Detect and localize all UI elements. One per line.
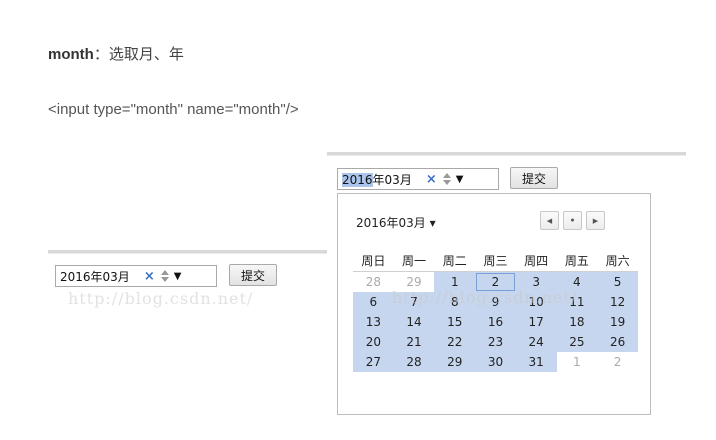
calendar-week-row: 20 21 22 23 24 25 26 (353, 332, 638, 352)
month-segment: 年03月 (372, 172, 412, 187)
weekday-header: 周一 (393, 249, 435, 272)
calendar-week-row: 27 28 29 30 31 1 2 (353, 352, 638, 372)
heading-keyword: month (48, 46, 94, 63)
weekday-header: 周六 (597, 249, 638, 272)
divider-left (48, 250, 327, 254)
calendar-day[interactable]: 17 (515, 312, 557, 332)
weekday-header-row: 周日 周一 周二 周三 周四 周五 周六 (353, 249, 638, 272)
calendar-grid: 周日 周一 周二 周三 周四 周五 周六 28 29 1 2 3 4 5 6 7 8 9 10 11 12 13 14 15… (353, 249, 638, 372)
month-menu-icon: ▾ (429, 216, 436, 230)
calendar-month-label: 2016年03月 (356, 216, 426, 230)
clear-icon[interactable]: × (144, 269, 155, 284)
month-selector[interactable]: 2016年03月 ▾ (356, 214, 436, 231)
weekday-header: 周三 (475, 249, 516, 272)
weekday-header: 周四 (515, 249, 557, 272)
calendar-day[interactable]: 6 (353, 292, 394, 312)
section-heading: month：选取月、年 (48, 43, 184, 64)
calendar-day[interactable]: 1 (556, 352, 598, 372)
calendar-day[interactable]: 25 (556, 332, 598, 352)
weekday-header: 周二 (434, 249, 476, 272)
calendar-day[interactable]: 23 (475, 332, 516, 352)
chevron-right-icon: ▶ (592, 217, 599, 225)
next-month-button[interactable]: ▶ (586, 211, 605, 230)
dropdown-icon[interactable]: ▼ (456, 174, 464, 185)
submit-button-right[interactable]: 提交 (510, 167, 558, 189)
calendar-day[interactable]: 31 (515, 352, 557, 372)
chevron-left-icon: ◀ (546, 217, 553, 225)
selected-year-segment: 2016 (342, 172, 373, 187)
weekday-header: 周日 (353, 249, 394, 272)
calendar-day[interactable]: 26 (597, 332, 638, 352)
month-input-value: 2016年03月 (60, 269, 130, 284)
heading-description: ：选取月、年 (93, 46, 184, 63)
spin-button-icon[interactable] (160, 269, 170, 283)
dot-icon: ● (570, 217, 575, 224)
prev-month-button[interactable]: ◀ (540, 211, 559, 230)
calendar-day[interactable]: 28 (393, 352, 435, 372)
month-input-value: 2016年03月 (338, 171, 412, 188)
dropdown-icon[interactable]: ▼ (174, 271, 182, 282)
calendar-day[interactable]: 15 (434, 312, 476, 332)
submit-button-left[interactable]: 提交 (229, 264, 277, 286)
divider-top (327, 152, 686, 156)
calendar-popup: 2016年03月 ▾ ◀ ● ▶ 周日 周一 周二 周三 周四 周五 周六 28 29 1 2 3 4… (337, 193, 651, 415)
calendar-week-row: 13 14 15 16 17 18 19 (353, 312, 638, 332)
month-input-right[interactable]: 2016年03月 × ▼ (337, 168, 499, 190)
code-sample: <input type="month" name="month"/> (48, 101, 299, 118)
calendar-day[interactable]: 24 (515, 332, 557, 352)
calendar-day[interactable]: 14 (393, 312, 435, 332)
calendar-day[interactable]: 5 (597, 271, 638, 292)
calendar-day[interactable]: 2 (597, 352, 638, 372)
calendar-day[interactable]: 20 (353, 332, 394, 352)
calendar-day[interactable]: 27 (353, 352, 394, 372)
calendar-day[interactable]: 21 (393, 332, 435, 352)
clear-icon[interactable]: × (426, 172, 437, 187)
weekday-header: 周五 (556, 249, 598, 272)
today-button[interactable]: ● (563, 211, 582, 230)
calendar-day[interactable]: 30 (475, 352, 516, 372)
calendar-day[interactable]: 19 (597, 312, 638, 332)
calendar-day[interactable]: 13 (353, 312, 394, 332)
calendar-day[interactable]: 16 (475, 312, 516, 332)
month-input-left[interactable]: 2016年03月 × ▼ (55, 265, 217, 287)
calendar-day[interactable]: 28 (353, 271, 394, 292)
calendar-day[interactable]: 18 (556, 312, 598, 332)
spin-button-icon[interactable] (442, 172, 452, 186)
watermark-left: http://blog.csdn.net/ (68, 289, 254, 308)
calendar-day[interactable]: 22 (434, 332, 476, 352)
calendar-day[interactable]: 29 (434, 352, 476, 372)
calendar-day[interactable]: 12 (597, 292, 638, 312)
watermark-right: http://blog.csdn.net/ (392, 288, 578, 307)
